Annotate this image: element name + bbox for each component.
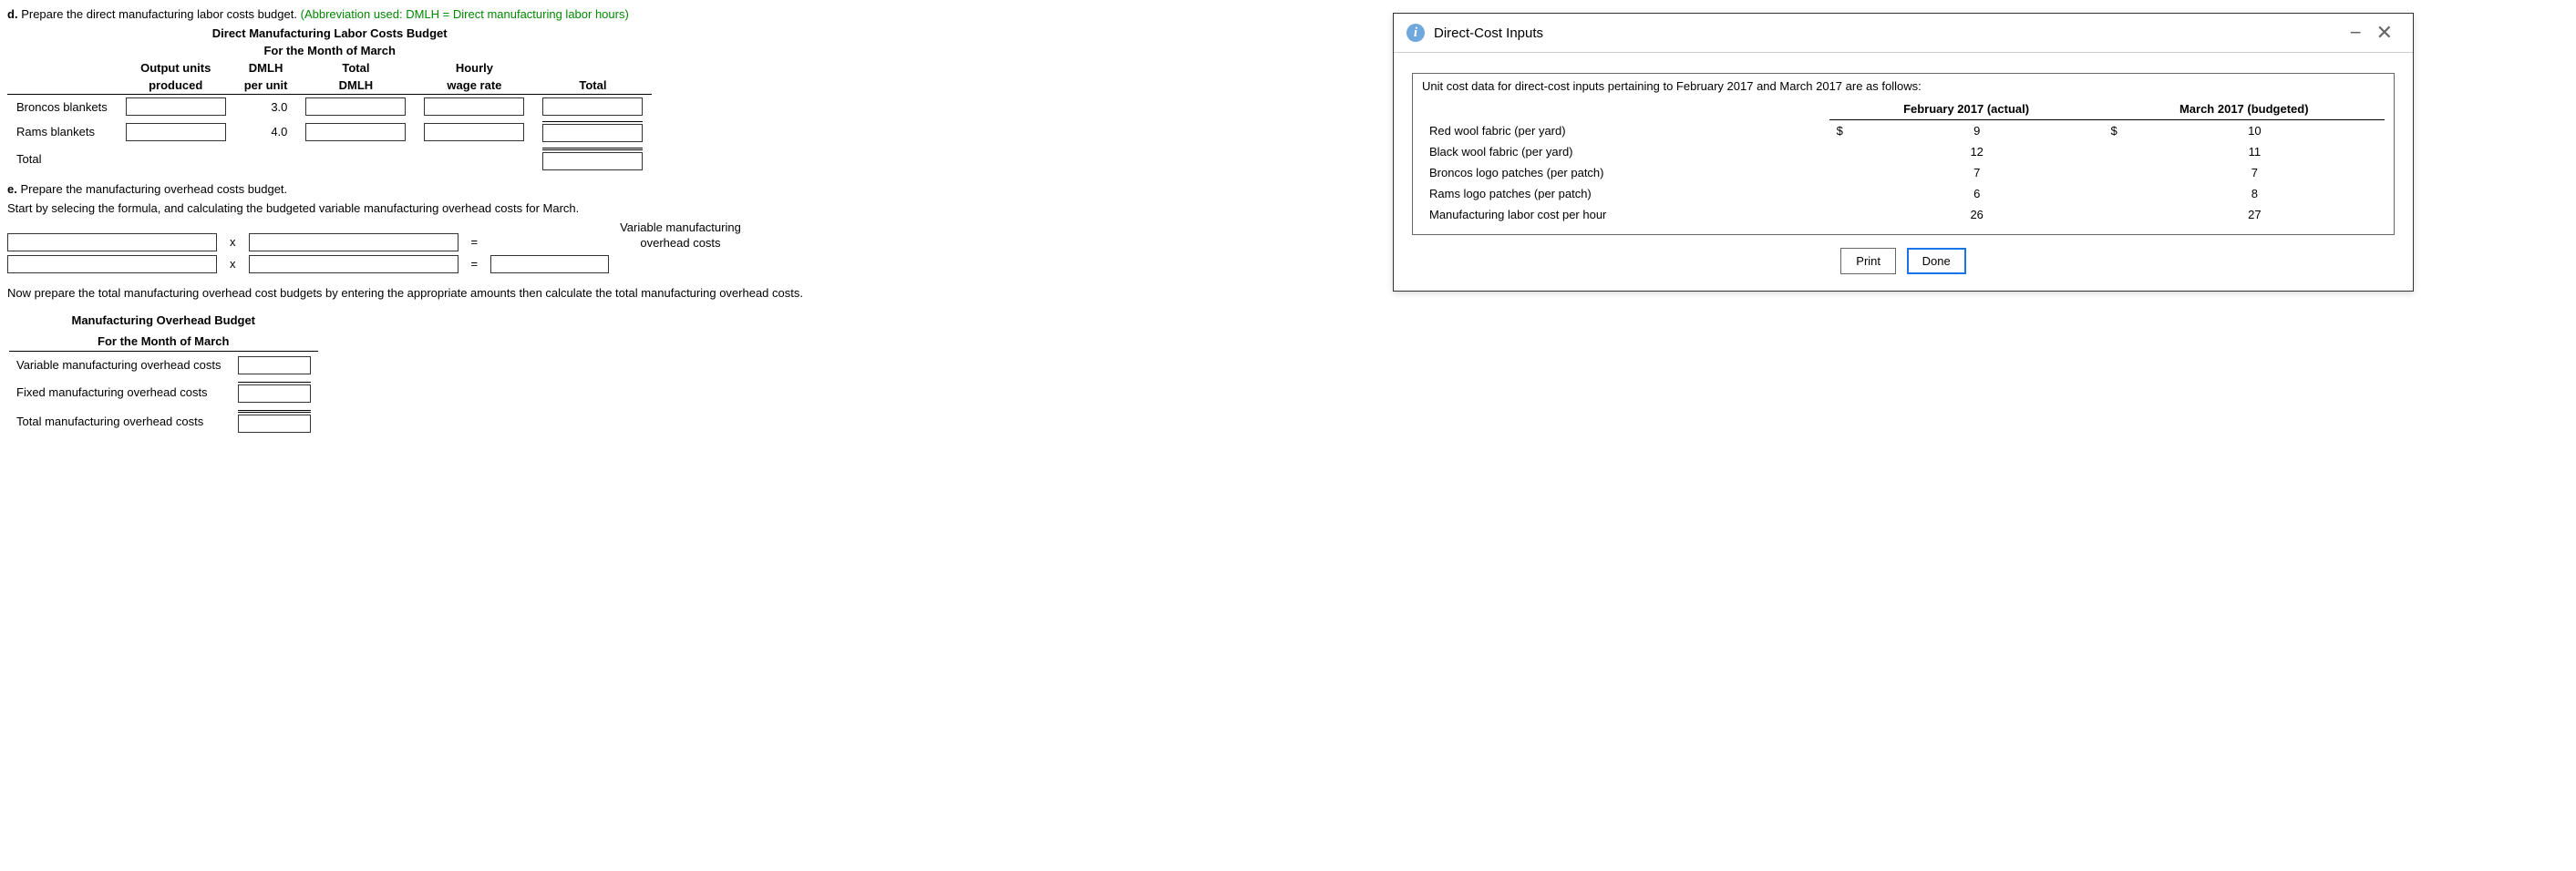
rams-total-dmlh-input[interactable] xyxy=(305,123,406,141)
cost-row-name: Black wool fabric (per yard) xyxy=(1422,141,1829,162)
formula-row-2: x = xyxy=(7,255,609,273)
part-e-label: e. xyxy=(7,182,17,196)
ovhd-fixed-label: Fixed manufacturing overhead costs xyxy=(9,379,229,405)
dmlh-title: Direct Manufacturing Labor Costs Budget xyxy=(7,25,652,42)
row-total-name: Total xyxy=(7,145,117,173)
formula2-term1-input[interactable] xyxy=(7,255,217,273)
cost-table: February 2017 (actual) March 2017 (budge… xyxy=(1422,98,2385,225)
col-feb: February 2017 (actual) xyxy=(1829,98,2104,120)
cost-mar: 11 xyxy=(2125,141,2385,162)
ovhd-var-input[interactable] xyxy=(238,356,311,374)
equals-op-2: = xyxy=(466,257,484,271)
part-d-text: Prepare the direct manufacturing labor c… xyxy=(21,7,297,21)
currency-symbol: $ xyxy=(2104,120,2125,142)
formula1-term1-input[interactable] xyxy=(7,233,217,251)
dmlh-budget-table: Direct Manufacturing Labor Costs Budget … xyxy=(7,25,652,173)
times-op-2: x xyxy=(224,257,242,271)
grand-total-input[interactable] xyxy=(542,152,643,170)
ovhd-fixed-input[interactable] xyxy=(238,384,311,403)
row-broncos-name: Broncos blankets xyxy=(7,95,117,119)
dmlh-subtitle: For the Month of March xyxy=(7,42,652,59)
equals-op: = xyxy=(466,235,484,249)
var-ovhd-label: Variable manufacturing overhead costs xyxy=(620,220,741,251)
part-d-label: d. xyxy=(7,7,18,21)
cost-row-name: Rams logo patches (per patch) xyxy=(1422,183,1829,204)
table-row: Broncos blankets 3.0 xyxy=(7,95,652,119)
table-row: Rams blankets 4.0 xyxy=(7,118,652,145)
rams-total-input[interactable] xyxy=(542,124,643,142)
col-total-dmlh-a: Total xyxy=(296,59,415,77)
col-dmlh-a: DMLH xyxy=(235,59,297,77)
dialog-title-bar: i Direct-Cost Inputs − ✕ xyxy=(1394,14,2413,53)
cost-mar: 10 xyxy=(2125,120,2385,142)
table-row: Total xyxy=(7,145,652,173)
formula2-result-input[interactable] xyxy=(490,255,609,273)
col-output-a: Output units xyxy=(117,59,235,77)
col-dmlh-b: per unit xyxy=(235,77,297,95)
print-button[interactable]: Print xyxy=(1840,248,1896,274)
dialog-title-text: Direct-Cost Inputs xyxy=(1434,26,1543,41)
part-d-abbrev: (Abbreviation used: DMLH = Direct manufa… xyxy=(301,7,629,21)
cost-feb: 7 xyxy=(1850,162,2104,183)
broncos-output-input[interactable] xyxy=(126,97,226,116)
col-output-b: produced xyxy=(117,77,235,95)
col-mar: March 2017 (budgeted) xyxy=(2104,98,2385,120)
col-total-dmlh-b: DMLH xyxy=(296,77,415,95)
col-wage-a: Hourly xyxy=(415,59,533,77)
done-button[interactable]: Done xyxy=(1907,248,1966,274)
cost-feb: 26 xyxy=(1850,204,2104,225)
currency-symbol: $ xyxy=(1829,120,1850,142)
info-icon: i xyxy=(1406,24,1425,42)
direct-cost-dialog: i Direct-Cost Inputs − ✕ Unit cost data … xyxy=(1393,13,2414,292)
broncos-total-dmlh-input[interactable] xyxy=(305,97,406,116)
rams-output-input[interactable] xyxy=(126,123,226,141)
row-rams-name: Rams blankets xyxy=(7,118,117,145)
ovhd-title: Manufacturing Overhead Budget xyxy=(9,311,318,330)
cost-row-name: Red wool fabric (per yard) xyxy=(1422,120,1829,142)
close-icon[interactable]: ✕ xyxy=(2369,23,2400,43)
col-wage-b: wage rate xyxy=(415,77,533,95)
table-row: Red wool fabric (per yard) $ 9 $ 10 xyxy=(1422,120,2385,142)
table-row: Broncos logo patches (per patch) 7 7 xyxy=(1422,162,2385,183)
rams-dmlh: 4.0 xyxy=(235,118,297,145)
rams-wage-input[interactable] xyxy=(424,123,524,141)
cost-row-name: Manufacturing labor cost per hour xyxy=(1422,204,1829,225)
cost-feb: 12 xyxy=(1850,141,2104,162)
part-e-text: Prepare the manufacturing overhead costs… xyxy=(20,182,287,196)
formula1-term2-input[interactable] xyxy=(249,233,459,251)
formula-row-1: x = xyxy=(7,233,609,251)
cost-feb: 6 xyxy=(1850,183,2104,204)
cost-table-box: Unit cost data for direct-cost inputs pe… xyxy=(1412,73,2395,235)
overhead-budget-table: Manufacturing Overhead Budget For the Mo… xyxy=(7,309,320,437)
formula2-term2-input[interactable] xyxy=(249,255,459,273)
minimize-icon[interactable]: − xyxy=(2343,23,2369,43)
broncos-dmlh: 3.0 xyxy=(235,95,297,119)
cost-mar: 7 xyxy=(2125,162,2385,183)
col-total-b: Total xyxy=(533,77,652,95)
cost-mar: 27 xyxy=(2125,204,2385,225)
ovhd-var-label: Variable manufacturing overhead costs xyxy=(9,354,229,377)
table-row: Variable manufacturing overhead costs xyxy=(9,354,318,377)
cost-feb: 9 xyxy=(1850,120,2104,142)
cost-row-name: Broncos logo patches (per patch) xyxy=(1422,162,1829,183)
ovhd-subtitle: For the Month of March xyxy=(9,332,318,352)
ovhd-total-input[interactable] xyxy=(238,415,311,433)
table-row: Total manufacturing overhead costs xyxy=(9,407,318,436)
table-row: Rams logo patches (per patch) 6 8 xyxy=(1422,183,2385,204)
broncos-wage-input[interactable] xyxy=(424,97,524,116)
cost-mar: 8 xyxy=(2125,183,2385,204)
table-row: Fixed manufacturing overhead costs xyxy=(9,379,318,405)
table-row: Manufacturing labor cost per hour 26 27 xyxy=(1422,204,2385,225)
dialog-intro: Unit cost data for direct-cost inputs pe… xyxy=(1422,79,2385,93)
broncos-total-input[interactable] xyxy=(542,97,643,116)
table-row: Black wool fabric (per yard) 12 11 xyxy=(1422,141,2385,162)
times-op: x xyxy=(224,235,242,249)
ovhd-total-label: Total manufacturing overhead costs xyxy=(9,407,229,436)
